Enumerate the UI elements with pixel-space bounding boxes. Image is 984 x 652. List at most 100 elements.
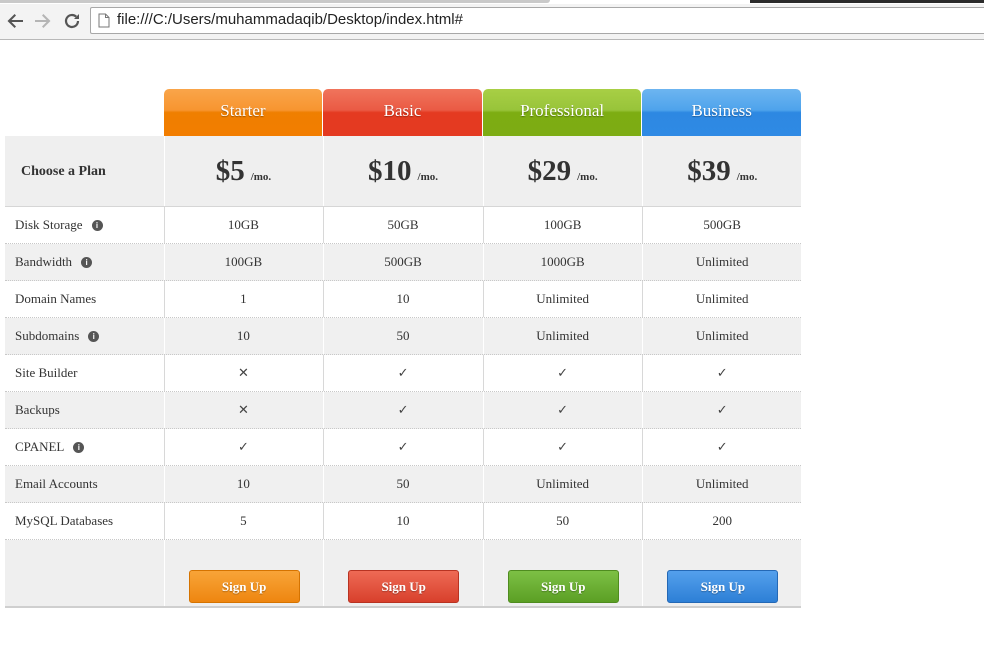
feature-row-site-builder: Site Builder ✕ ✓ ✓ ✓: [5, 355, 801, 392]
feature-row-backups: Backups ✕ ✓ ✓ ✓: [5, 392, 801, 429]
feature-label-text: CPANEL: [15, 439, 65, 454]
feature-value: 50: [323, 318, 482, 354]
feature-label-text: Disk Storage: [15, 217, 83, 232]
price-amount: $39: [687, 155, 731, 187]
price-unit: /mo.: [250, 171, 272, 183]
signup-button-basic[interactable]: Sign Up: [348, 570, 460, 603]
price-business: $39/mo.: [642, 136, 801, 206]
feature-value: Unlimited: [482, 318, 642, 354]
check-icon: ✓: [557, 440, 569, 455]
feature-label: Subdomains i: [5, 318, 163, 354]
feature-value: Unlimited: [642, 281, 801, 317]
url-text: file:///C:/Users/muhammadaqib/Desktop/in…: [117, 11, 463, 28]
feature-value: 100GB: [482, 207, 642, 243]
feature-value: ✕: [163, 392, 323, 428]
check-icon: ✓: [716, 403, 728, 418]
price-professional: $29/mo.: [482, 136, 642, 206]
price-row: Choose a Plan $5/mo. $10/mo. $29/mo. $39…: [5, 136, 801, 207]
reload-icon: [64, 13, 80, 29]
feature-value: 50: [482, 503, 642, 539]
feature-label-text: Email Accounts: [15, 476, 98, 491]
feature-row-bandwidth: Bandwidth i 100GB 500GB 1000GB Unlimited: [5, 244, 801, 281]
feature-value: 10: [323, 281, 482, 317]
page-icon: [98, 13, 110, 28]
feature-value: 100GB: [163, 244, 323, 280]
feature-value: 200: [642, 503, 801, 539]
feature-value: 10: [323, 503, 482, 539]
signup-cell: Sign Up: [323, 540, 482, 606]
info-icon[interactable]: i: [73, 441, 85, 453]
info-icon[interactable]: i: [91, 219, 103, 231]
feature-label-text: Backups: [15, 402, 60, 417]
plan-header-starter: Starter: [163, 89, 323, 136]
check-icon: ✓: [237, 440, 249, 455]
feature-label: Domain Names: [5, 281, 163, 317]
feature-row-domain-names: Domain Names 1 10 Unlimited Unlimited: [5, 281, 801, 318]
info-icon[interactable]: i: [81, 256, 93, 268]
inactive-tab-edge[interactable]: [750, 0, 984, 3]
feature-row-email-accounts: Email Accounts 10 50 Unlimited Unlimited: [5, 466, 801, 503]
feature-value: 50GB: [323, 207, 482, 243]
pricing-table: Starter Basic Professional Business Choo…: [5, 89, 801, 608]
price-unit: /mo.: [736, 171, 758, 183]
feature-value: Unlimited: [642, 466, 801, 502]
check-icon: ✓: [557, 366, 569, 381]
check-icon: ✓: [397, 403, 409, 418]
feature-row-mysql-databases: MySQL Databases 5 10 50 200: [5, 503, 801, 540]
plan-header-basic: Basic: [323, 89, 482, 136]
signup-button-professional[interactable]: Sign Up: [507, 570, 619, 603]
check-icon: ✓: [397, 440, 409, 455]
check-icon: ✓: [716, 440, 728, 455]
feature-value: 1: [163, 281, 323, 317]
feature-label-text: Subdomains: [15, 328, 80, 343]
feature-row-disk-storage: Disk Storage i 10GB 50GB 100GB 500GB: [5, 207, 801, 244]
info-icon[interactable]: i: [88, 330, 100, 342]
feature-value: ✓: [323, 429, 482, 465]
signup-button-business[interactable]: Sign Up: [667, 570, 779, 603]
check-icon: ✓: [397, 366, 409, 381]
plan-header-business: Business: [642, 89, 801, 136]
signup-cell: Sign Up: [482, 540, 642, 606]
feature-label-text: Bandwidth: [15, 254, 73, 269]
address-bar[interactable]: file:///C:/Users/muhammadaqib/Desktop/in…: [90, 7, 984, 34]
feature-value: ✓: [482, 392, 642, 428]
feature-label: Disk Storage i: [5, 207, 163, 243]
forward-button[interactable]: [32, 10, 54, 32]
cross-icon: ✕: [237, 403, 249, 418]
signup-cell: Sign Up: [642, 540, 801, 606]
forward-arrow-icon: [35, 14, 51, 28]
feature-value: 5: [163, 503, 323, 539]
back-button[interactable]: [4, 10, 26, 32]
feature-value: 10: [163, 318, 323, 354]
feature-value: ✓: [642, 392, 801, 428]
feature-value: Unlimited: [482, 281, 642, 317]
feature-value: 50: [323, 466, 482, 502]
feature-value: 1000GB: [482, 244, 642, 280]
active-tab-edge[interactable]: [0, 0, 550, 3]
feature-value: 500GB: [323, 244, 482, 280]
feature-value: ✓: [163, 429, 323, 465]
price-amount: $10: [368, 155, 412, 187]
feature-label-text: MySQL Databases: [15, 513, 114, 528]
signup-row: Sign Up Sign Up Sign Up Sign Up: [5, 540, 801, 608]
reload-button[interactable]: [61, 10, 83, 32]
feature-value: Unlimited: [482, 466, 642, 502]
feature-label-text: Domain Names: [15, 291, 97, 306]
price-unit: /mo.: [417, 171, 439, 183]
feature-label: Site Builder: [5, 355, 163, 391]
plan-header-row: Starter Basic Professional Business: [5, 89, 801, 136]
price-amount: $5: [215, 155, 245, 187]
header-spacer: [5, 89, 163, 136]
feature-label: Email Accounts: [5, 466, 163, 502]
feature-value: ✕: [163, 355, 323, 391]
feature-row-subdomains: Subdomains i 10 50 Unlimited Unlimited: [5, 318, 801, 355]
feature-label: Bandwidth i: [5, 244, 163, 280]
signup-button-starter[interactable]: Sign Up: [188, 570, 300, 603]
signup-cell: Sign Up: [163, 540, 323, 606]
feature-value: ✓: [482, 429, 642, 465]
feature-value: ✓: [482, 355, 642, 391]
plan-header-professional: Professional: [482, 89, 642, 136]
feature-value: 500GB: [642, 207, 801, 243]
feature-row-cpanel: CPANEL i ✓ ✓ ✓ ✓: [5, 429, 801, 466]
choose-plan-label: Choose a Plan: [21, 164, 106, 179]
